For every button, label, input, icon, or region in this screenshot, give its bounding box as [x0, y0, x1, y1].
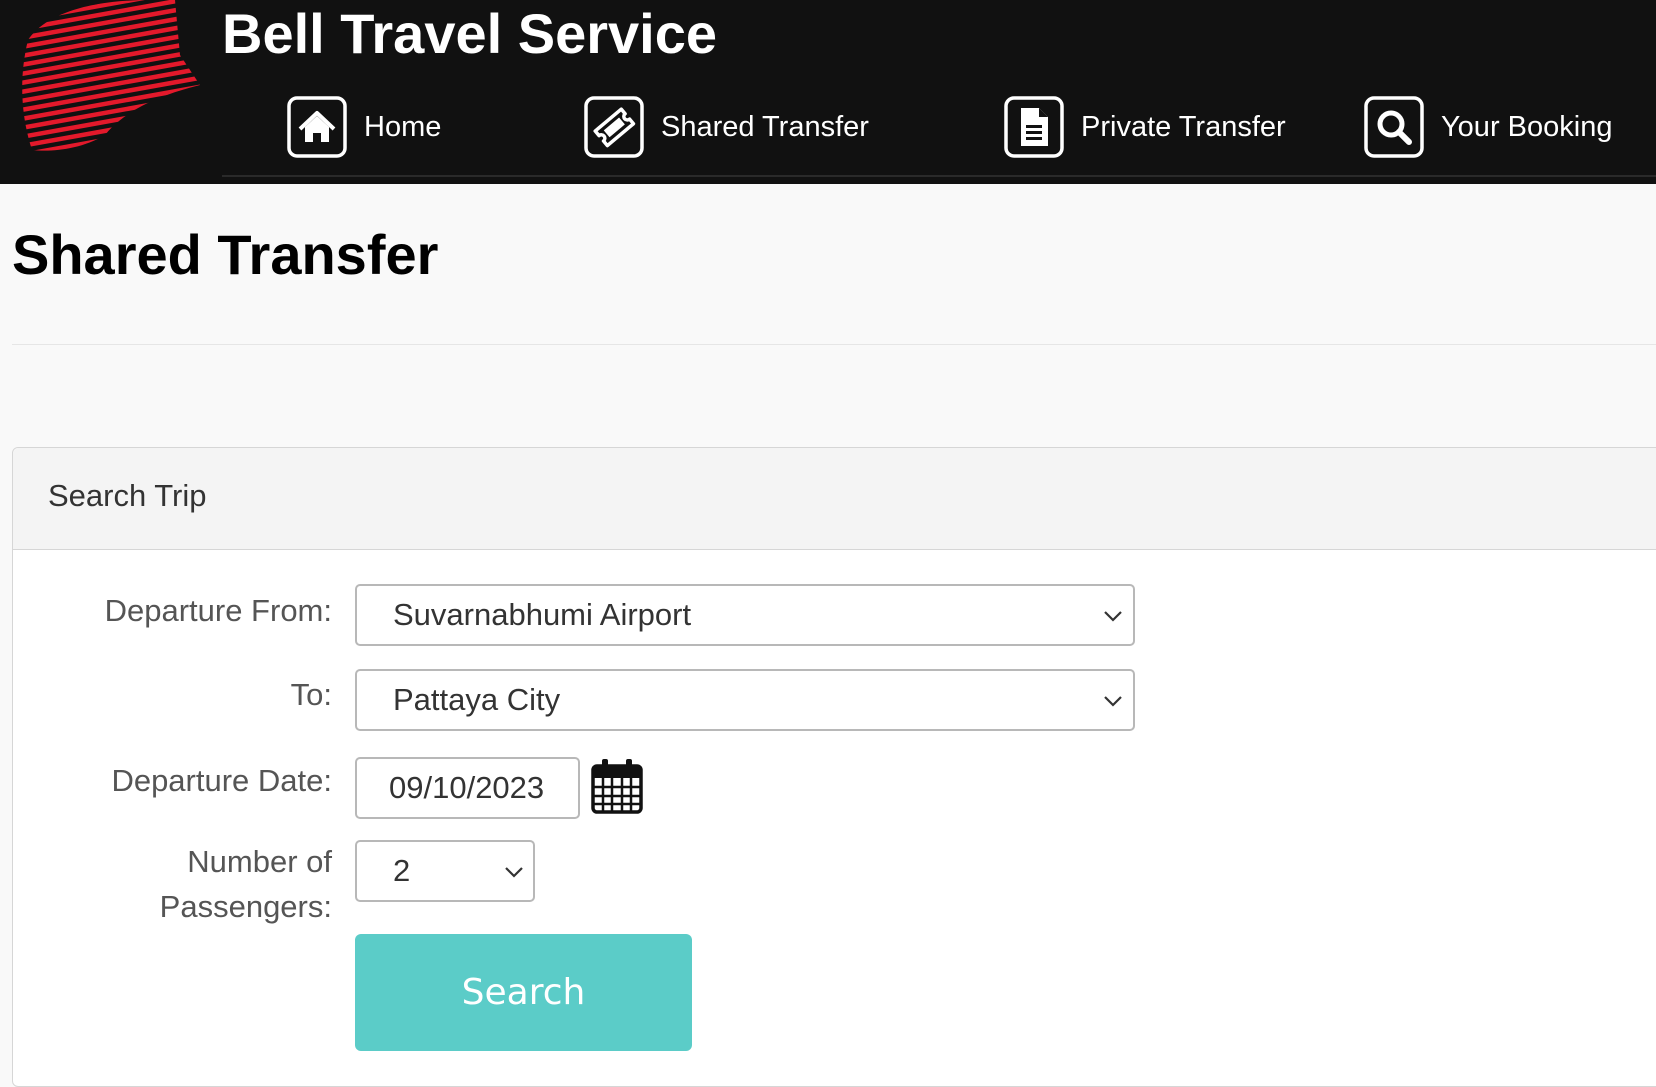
document-icon — [1004, 96, 1064, 158]
home-icon — [287, 96, 347, 158]
to-value: Pattaya City — [393, 682, 561, 717]
departure-from-select[interactable]: Suvarnabhumi Airport — [355, 584, 1135, 646]
calendar-icon[interactable] — [590, 757, 644, 815]
chevron-down-icon — [505, 867, 523, 878]
nav-shared-transfer-label: Shared Transfer — [661, 110, 869, 143]
title-divider — [12, 344, 1656, 345]
departure-from-value: Suvarnabhumi Airport — [393, 597, 692, 632]
nav-private-transfer[interactable]: Private Transfer — [1003, 95, 1286, 159]
passengers-select[interactable]: 2 — [355, 840, 535, 902]
nav-your-booking[interactable]: Your Booking — [1363, 95, 1612, 159]
site-title[interactable]: Bell Travel Service — [222, 4, 717, 64]
site-header: Bell Travel Service Home Shared Transfer — [0, 0, 1656, 184]
search-button[interactable]: Search — [355, 934, 692, 1051]
search-icon — [1364, 96, 1424, 158]
passengers-value: 2 — [393, 853, 411, 888]
nav-divider — [222, 175, 1656, 177]
departure-from-label: Departure From: — [104, 593, 332, 628]
nav-home-label: Home — [364, 110, 442, 143]
passengers-label-line2: Passengers: — [159, 889, 332, 924]
chevron-down-icon — [1104, 696, 1122, 707]
to-label: To: — [290, 677, 332, 712]
card-title: Search Trip — [48, 478, 207, 513]
page-title: Shared Transfer — [12, 223, 439, 286]
card-header: Search Trip — [13, 448, 1656, 550]
nav-shared-transfer[interactable]: Shared Transfer — [583, 95, 869, 159]
nav-home[interactable]: Home — [286, 95, 441, 159]
bell-travel-logo[interactable] — [10, 0, 210, 160]
ticket-icon — [584, 96, 644, 158]
to-select[interactable]: Pattaya City — [355, 669, 1135, 731]
nav-your-booking-label: Your Booking — [1441, 110, 1613, 143]
departure-date-label: Departure Date: — [111, 763, 332, 798]
departure-date-input[interactable] — [355, 757, 580, 819]
nav-private-transfer-label: Private Transfer — [1081, 110, 1286, 143]
chevron-down-icon — [1104, 611, 1122, 622]
